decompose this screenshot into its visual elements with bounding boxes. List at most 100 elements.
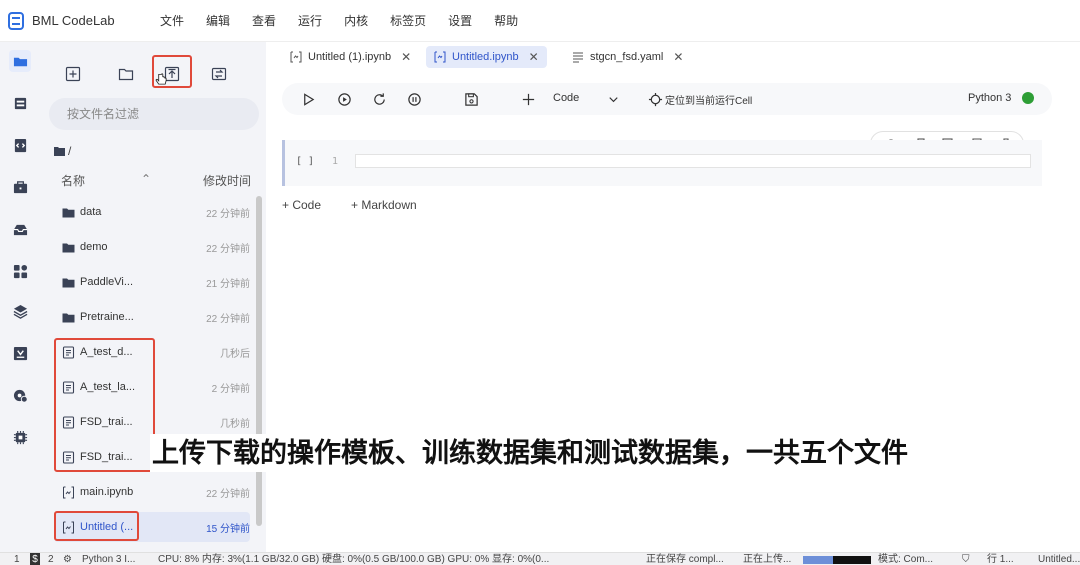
kernel-status-indicator — [1022, 92, 1034, 104]
interrupt-icon[interactable] — [406, 91, 422, 107]
column-modified[interactable]: 修改时间 — [203, 172, 251, 189]
notebook-icon — [434, 51, 446, 63]
toolbox-icon[interactable] — [9, 176, 31, 198]
locate-running-cell[interactable]: 定位到当前运行Cell — [665, 92, 752, 107]
tab-label: stgcn_fsd.yaml — [590, 51, 664, 63]
file-name: Pretraine... — [80, 311, 134, 323]
save-icon[interactable] — [463, 91, 479, 107]
cell-editor[interactable] — [355, 154, 1031, 168]
tab-untitled-1[interactable]: Untitled (1).ipynb ✕ — [282, 46, 419, 68]
add-code-cell-button[interactable]: + Code — [282, 198, 321, 212]
database-icon[interactable] — [9, 92, 31, 114]
close-icon[interactable]: ✕ — [673, 50, 683, 64]
line-number: 1 — [332, 156, 339, 167]
sort-chevron-up-icon[interactable]: ⌃ — [141, 172, 151, 186]
breadcrumb[interactable]: / — [54, 144, 71, 158]
menu-bar: BML CodeLab 文件 编辑 查看 运行 内核 标签页 设置 帮助 — [0, 0, 1080, 42]
shield-icon[interactable]: ⛉ — [962, 553, 970, 565]
apps-grid-icon[interactable] — [9, 260, 31, 282]
status-kernel[interactable]: Python 3 I... — [82, 553, 135, 565]
file-modified: 2 分钟前 — [211, 383, 250, 395]
file-list-scrollbar[interactable] — [256, 196, 262, 526]
folder-small-icon — [54, 147, 65, 156]
text-file-icon — [573, 52, 583, 63]
inbox-icon[interactable] — [9, 218, 31, 240]
file-name: demo — [80, 241, 108, 253]
video-caption: 上传下载的操作模板、训练数据集和测试数据集，一共五个文件 — [150, 434, 962, 472]
cell-type-select[interactable]: Code — [553, 92, 579, 104]
new-file-plus-icon[interactable] — [61, 62, 85, 86]
file-row[interactable]: data 22 分钟前 — [54, 197, 250, 227]
chip-icon[interactable] — [9, 426, 31, 448]
code-file-icon[interactable] — [9, 134, 31, 156]
menu-file[interactable]: 文件 — [160, 12, 184, 29]
tab-label: Untitled.ipynb — [452, 51, 519, 63]
cell-prompt: [ ] — [296, 156, 315, 167]
status-mode[interactable]: 模式: Com... — [878, 553, 933, 565]
upload-progress-track — [833, 556, 871, 564]
menu-kernel[interactable]: 内核 — [344, 12, 368, 29]
layers-icon[interactable] — [9, 300, 31, 322]
download-box-icon[interactable] — [9, 342, 31, 364]
tab-stgcn-fsd-yaml[interactable]: stgcn_fsd.yaml ✕ — [564, 46, 691, 68]
notebook-file-highlight — [54, 511, 139, 541]
code-cell[interactable]: [ ] 1 — [282, 140, 1042, 186]
tab-label: Untitled (1).ipynb — [308, 51, 392, 63]
menu-tabs[interactable]: 标签页 — [390, 12, 426, 29]
status-bar: 1 $ 2 ⚙ Python 3 I... CPU: 8% 内存: 3%(1.1… — [0, 552, 1080, 565]
locate-crosshair-icon[interactable] — [647, 91, 663, 107]
status-kernel-count[interactable]: 2 — [48, 553, 54, 565]
kernel-gear-icon[interactable]: ⚙ — [63, 553, 72, 565]
status-simple-count[interactable]: 1 — [14, 553, 20, 565]
status-saving: 正在保存 compl... — [646, 554, 724, 565]
breadcrumb-path: / — [68, 144, 72, 158]
folder-icon — [62, 311, 75, 324]
file-modified: 几秒后 — [220, 348, 250, 360]
status-file: Untitled... — [1038, 554, 1080, 565]
run-icon[interactable] — [300, 91, 316, 107]
file-modified: 几秒前 — [220, 418, 250, 430]
status-line[interactable]: 行 1... — [987, 553, 1014, 565]
tab-untitled[interactable]: Untitled.ipynb ✕ — [426, 46, 547, 68]
file-name: data — [80, 206, 102, 218]
file-row[interactable]: main.ipynb 22 分钟前 — [54, 477, 250, 507]
chevron-down-icon[interactable] — [605, 91, 621, 107]
menu-edit[interactable]: 编辑 — [206, 12, 230, 29]
folder-icon — [62, 241, 75, 254]
app-title: BML CodeLab — [32, 13, 115, 28]
cloud-settings-icon[interactable] — [9, 384, 31, 406]
file-name: main.ipynb — [80, 486, 134, 498]
kernel-name[interactable]: Python 3 — [968, 92, 1011, 104]
activity-rail — [0, 42, 40, 552]
app-logo[interactable]: BML CodeLab — [8, 11, 153, 30]
menu-help[interactable]: 帮助 — [494, 12, 518, 29]
file-modified: 22 分钟前 — [206, 488, 250, 500]
notebook-icon — [290, 51, 302, 63]
notebook-icon — [62, 486, 75, 499]
file-row[interactable]: PaddleVi... 21 分钟前 — [54, 267, 250, 297]
file-filter-input[interactable]: 按文件名过滤 — [49, 98, 259, 130]
file-modified: 15 分钟前 — [206, 523, 250, 535]
restart-icon[interactable] — [371, 91, 387, 107]
run-all-icon[interactable] — [336, 91, 352, 107]
menu-run[interactable]: 运行 — [298, 12, 322, 29]
new-folder-icon[interactable] — [114, 62, 138, 86]
menu-settings[interactable]: 设置 — [448, 12, 472, 29]
upload-progress-bar — [803, 556, 833, 564]
add-markdown-cell-button[interactable]: + Markdown — [351, 198, 417, 212]
folder-icon[interactable] — [9, 50, 31, 72]
add-cell-plus-icon[interactable] — [520, 91, 536, 107]
file-modified: 22 分钟前 — [206, 313, 250, 325]
refresh-sync-icon[interactable] — [207, 62, 231, 86]
folder-icon — [62, 276, 75, 289]
codelab-logo-icon — [8, 11, 24, 30]
file-row[interactable]: demo 22 分钟前 — [54, 232, 250, 262]
close-icon[interactable]: ✕ — [529, 50, 539, 64]
menu-view[interactable]: 查看 — [252, 12, 276, 29]
uploaded-files-highlight — [54, 338, 155, 472]
folder-icon — [62, 206, 75, 219]
close-icon[interactable]: ✕ — [401, 50, 411, 64]
column-name[interactable]: 名称 — [61, 172, 85, 189]
terminal-icon[interactable]: $ — [30, 553, 40, 565]
file-row[interactable]: Pretraine... 22 分钟前 — [54, 302, 250, 332]
